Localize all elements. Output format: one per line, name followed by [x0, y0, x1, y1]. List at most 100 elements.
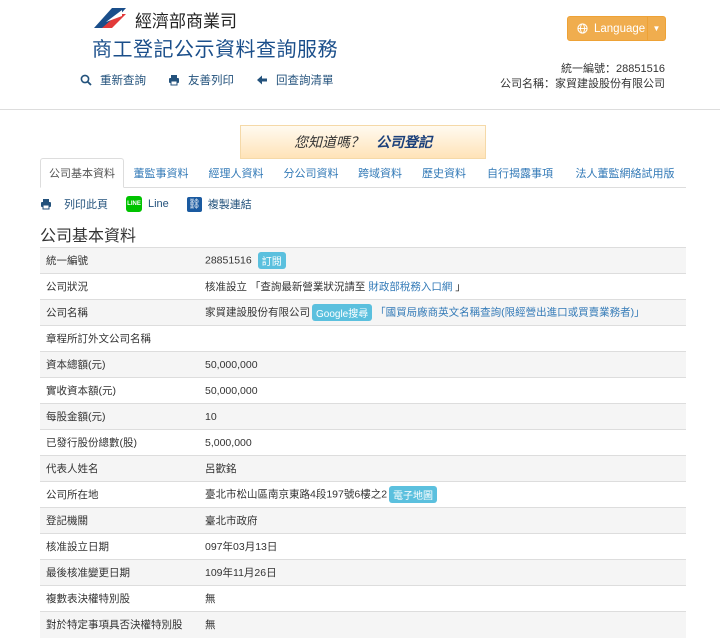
table-row: 公司所在地 臺北市松山區南京東路4段197號6樓之2 電子地圖 — [40, 481, 686, 508]
table-row: 登記機關 臺北市政府 — [40, 507, 686, 534]
row-value: 50,000,000 — [203, 351, 686, 378]
requery-link[interactable]: 重新查詢 — [80, 72, 146, 88]
site-header: 經濟部商業司 商工登記公示資料查詢服務 重新查詢 友善列印 回查詢清單 Lang… — [0, 0, 720, 110]
language-label: Language — [594, 22, 646, 35]
section-title: 公司基本資料 — [40, 228, 137, 245]
table-row: 實收資本額(元) 50,000,000 — [40, 377, 686, 404]
row-value: 5,000,000 — [203, 429, 686, 456]
row-value: 50,000,000 — [203, 377, 686, 404]
row-label: 登記機關 — [40, 507, 203, 534]
moea-logo — [94, 8, 126, 28]
meta-id: 統一編號：28851516 — [561, 63, 665, 75]
tab-bar: 公司基本資料 董監事資料 經理人資料 分公司資料 跨域資料 歷史資料 自行揭露事… — [40, 158, 686, 188]
row-value: 家貿建設股份有限公司 Google搜尋 「國貿局廠商英文名稱查詢(限經營出進口或買… — [203, 299, 686, 326]
table-row: 章程所訂外文公司名稱 — [40, 325, 686, 352]
ministry-name: 經濟部商業司 — [135, 12, 237, 31]
row-label: 資本總額(元) — [40, 351, 203, 378]
tab-directors[interactable]: 董監事資料 — [124, 158, 198, 188]
row-value: 10 — [203, 403, 686, 430]
table-row: 複數表決權特別股 無 — [40, 585, 686, 612]
row-label: 公司所在地 — [40, 481, 203, 508]
row-label: 核准設立日期 — [40, 533, 203, 560]
banner-highlight: 公司登記 — [376, 134, 432, 150]
requery-label: 重新查詢 — [100, 75, 146, 87]
tab-disclosures[interactable]: 自行揭露事項 — [476, 158, 564, 188]
banner-prefix: 您知道嗎？ — [294, 134, 364, 150]
row-label: 每股金額(元) — [40, 403, 203, 430]
row-value: 無 — [203, 611, 686, 638]
print-friendly-label: 友善列印 — [188, 75, 234, 87]
table-row: 資本總額(元) 50,000,000 — [40, 351, 686, 378]
language-dropdown[interactable]: Language ▼ — [567, 16, 666, 41]
tab-managers[interactable]: 經理人資料 — [198, 158, 274, 188]
row-value: 109年11月26日 — [203, 559, 686, 586]
print-page-label: 列印此頁 — [64, 199, 108, 211]
row-label: 代表人姓名 — [40, 455, 203, 482]
row-label: 公司名稱 — [40, 299, 203, 326]
arrow-left-icon — [257, 75, 267, 85]
row-label: 實收資本額(元) — [40, 377, 203, 404]
back-to-list-label: 回查詢清單 — [276, 75, 334, 87]
google-search-button[interactable]: Google搜尋 — [312, 304, 373, 321]
table-row: 對於特定事項具否決權特別股 無 — [40, 611, 686, 638]
subscribe-button[interactable]: 訂閱 — [257, 252, 286, 269]
tab-branches[interactable]: 分公司資料 — [274, 158, 348, 188]
row-label: 公司狀況 — [40, 273, 203, 300]
table-row: 公司狀況 核准設立 「查詢最新營業狀況請至 財政部稅務入口網 」 — [40, 273, 686, 300]
tab-cross-domain[interactable]: 跨域資料 — [348, 158, 412, 188]
tab-basic-info[interactable]: 公司基本資料 — [40, 158, 124, 188]
table-row: 公司名稱 家貿建設股份有限公司 Google搜尋 「國貿局廠商英文名稱查詢(限經營… — [40, 299, 686, 326]
row-label: 對於特定事項具否決權特別股 — [40, 611, 203, 638]
status-text: 核准設立 「查詢最新營業狀況請至 — [205, 281, 366, 293]
header-nav: 重新查詢 友善列印 回查詢清單 — [80, 72, 334, 88]
e-map-button[interactable]: 電子地圖 — [389, 486, 438, 503]
tab-history[interactable]: 歷史資料 — [412, 158, 476, 188]
row-value: 臺北市松山區南京東路4段197號6樓之2 電子地圖 — [203, 481, 686, 508]
copy-link-label: 複製連結 — [207, 199, 252, 211]
row-value — [203, 325, 686, 352]
company-name-value: 家貿建設股份有限公司 — [205, 306, 310, 319]
tab-network-trial[interactable]: 法人董監網絡試用版 — [564, 158, 686, 188]
table-row: 已發行股份總數(股) 5,000,000 — [40, 429, 686, 456]
search-icon — [80, 74, 92, 86]
english-name-query-link[interactable]: 「國貿局廠商英文名稱查詢(限經營出進口或買賣業務者)」 — [375, 306, 645, 318]
tax-portal-link[interactable]: 財政部稅務入口網 — [368, 281, 452, 293]
company-info-table: 統一編號 28851516 訂閱 公司狀況 核准設立 「查詢最新營業狀況請至 財政… — [40, 247, 686, 638]
row-value: 核准設立 「查詢最新營業狀況請至 財政部稅務入口網 」 — [203, 273, 686, 300]
meta-name: 公司名稱：家貿建設股份有限公司 — [500, 78, 665, 90]
copy-link-button[interactable]: ⛓ 複製連結 — [186, 196, 252, 212]
tax-id-value: 28851516 — [205, 254, 252, 267]
company-meta: 統一編號：28851516 公司名稱：家貿建設股份有限公司 — [500, 62, 665, 92]
back-to-list-link[interactable]: 回查詢清單 — [256, 72, 334, 88]
row-label: 已發行股份總數(股) — [40, 429, 203, 456]
language-button[interactable]: Language — [568, 17, 648, 40]
link-icon: ⛓ — [186, 196, 202, 212]
row-value: 28851516 訂閱 — [203, 247, 686, 274]
row-label: 章程所訂外文公司名稱 — [40, 325, 203, 352]
row-label: 複數表決權特別股 — [40, 585, 203, 612]
row-value: 097年03月13日 — [203, 533, 686, 560]
print-icon — [41, 199, 51, 210]
table-row: 統一編號 28851516 訂閱 — [40, 247, 686, 274]
print-friendly-link[interactable]: 友善列印 — [168, 72, 234, 88]
row-label: 統一編號 — [40, 247, 203, 274]
row-label: 最後核准變更日期 — [40, 559, 203, 586]
table-row: 每股金額(元) 10 — [40, 403, 686, 430]
print-icon — [169, 75, 179, 86]
caret-down-icon[interactable]: ▼ — [648, 24, 665, 33]
line-share-button[interactable]: LINE Line — [126, 196, 169, 212]
did-you-know-banner[interactable]: 您知道嗎？ 公司登記 — [240, 125, 486, 159]
print-page-button[interactable]: 列印此頁 — [40, 196, 108, 212]
table-row: 核准設立日期 097年03月13日 — [40, 533, 686, 560]
line-share-label: Line — [148, 198, 169, 210]
page-tools: 列印此頁 LINE Line ⛓ 複製連結 — [40, 196, 270, 212]
line-icon: LINE — [126, 196, 142, 212]
table-row: 最後核准變更日期 109年11月26日 — [40, 559, 686, 586]
row-value: 無 — [203, 585, 686, 612]
row-value: 呂歡銘 — [203, 455, 686, 482]
status-suffix: 」 — [452, 281, 466, 293]
globe-icon — [577, 23, 588, 34]
address-value: 臺北市松山區南京東路4段197號6樓之2 — [205, 488, 388, 501]
row-value: 臺北市政府 — [203, 507, 686, 534]
site-title: 商工登記公示資料查詢服務 — [92, 39, 338, 61]
